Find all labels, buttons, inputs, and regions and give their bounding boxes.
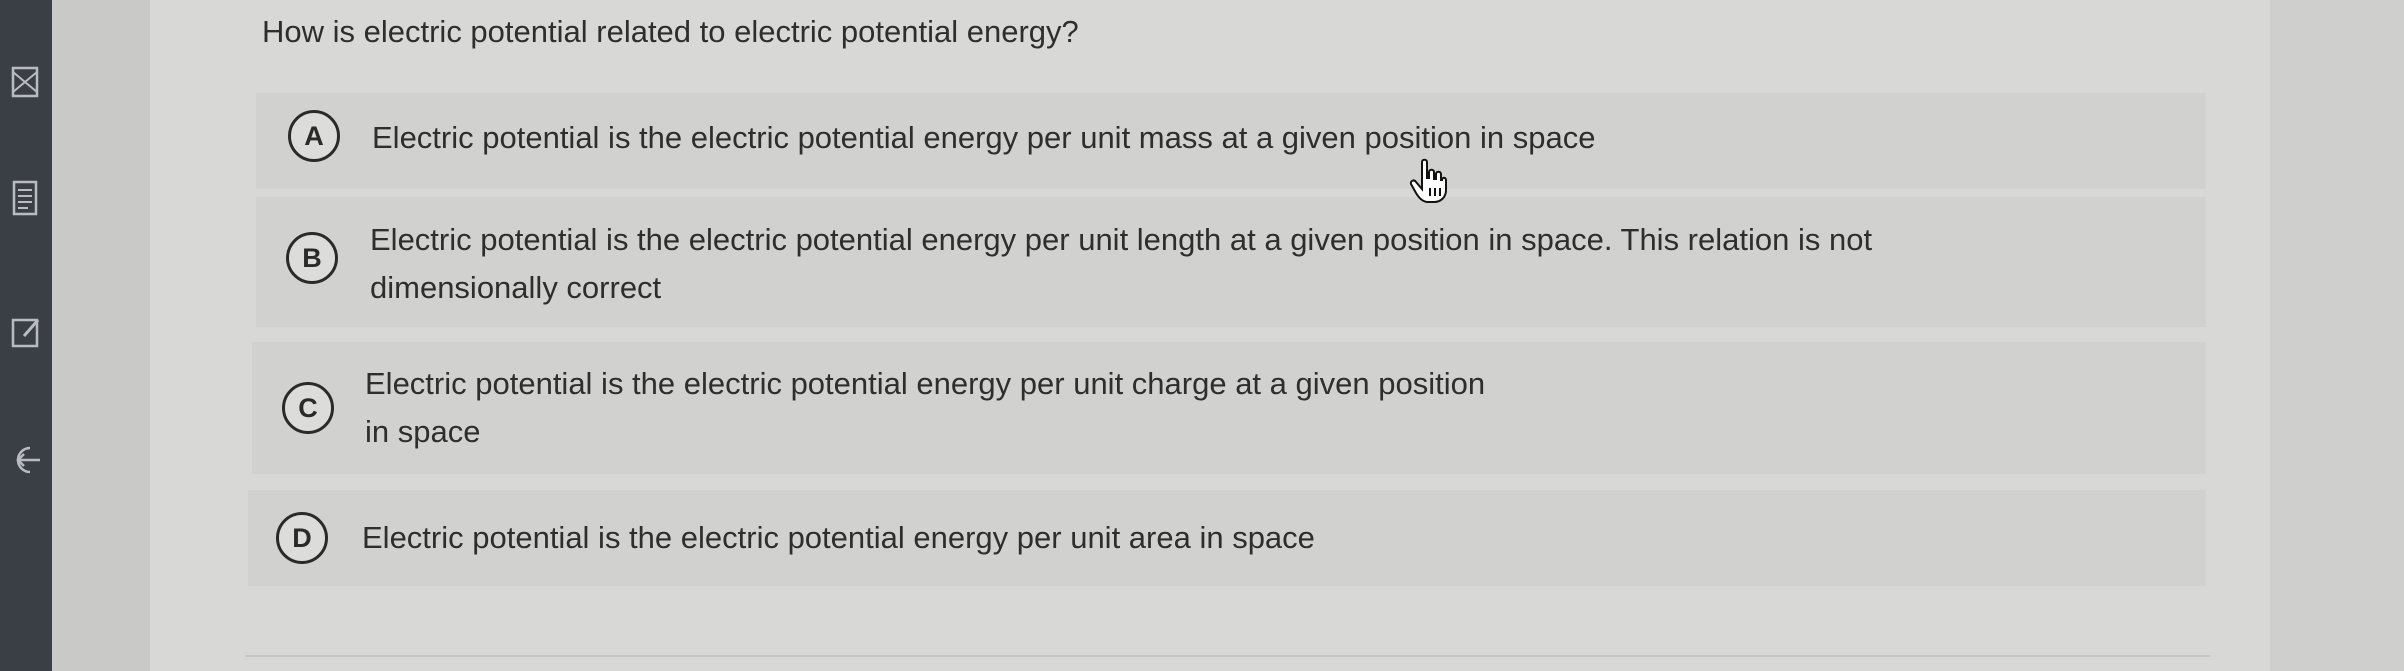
question-text: How is electric potential related to ele…: [262, 14, 1079, 49]
option-b-line1: Electric potential is the electric poten…: [370, 222, 1873, 257]
option-b-badge[interactable]: B: [286, 232, 338, 284]
option-c-badge[interactable]: C: [282, 382, 334, 434]
divider: [245, 655, 2210, 657]
option-a-line1: Electric potential is the electric poten…: [372, 120, 1596, 155]
option-d-badge[interactable]: D: [276, 512, 328, 564]
option-d-line1: Electric potential is the electric poten…: [362, 520, 1315, 555]
option-c-line2: in space: [365, 414, 481, 449]
notes-icon[interactable]: [10, 178, 42, 218]
right-margin: [2270, 0, 2404, 671]
option-a-text[interactable]: Electric potential is the electric poten…: [372, 114, 1595, 162]
option-c-text[interactable]: Electric potential is the electric poten…: [365, 360, 1485, 456]
option-c-line1: Electric potential is the electric poten…: [365, 366, 1486, 401]
option-b-text[interactable]: Electric potential is the electric poten…: [370, 216, 1872, 312]
option-b-line2: dimensionally correct: [370, 270, 662, 305]
option-a-badge[interactable]: A: [288, 110, 340, 162]
exit-icon[interactable]: [10, 440, 42, 480]
left-margin: [52, 0, 150, 671]
mail-icon[interactable]: [10, 62, 42, 102]
hand-cursor-icon: [1408, 158, 1448, 204]
option-d-text[interactable]: Electric potential is the electric poten…: [362, 514, 1315, 562]
edit-icon[interactable]: [10, 312, 42, 352]
left-sidebar: [0, 0, 52, 671]
